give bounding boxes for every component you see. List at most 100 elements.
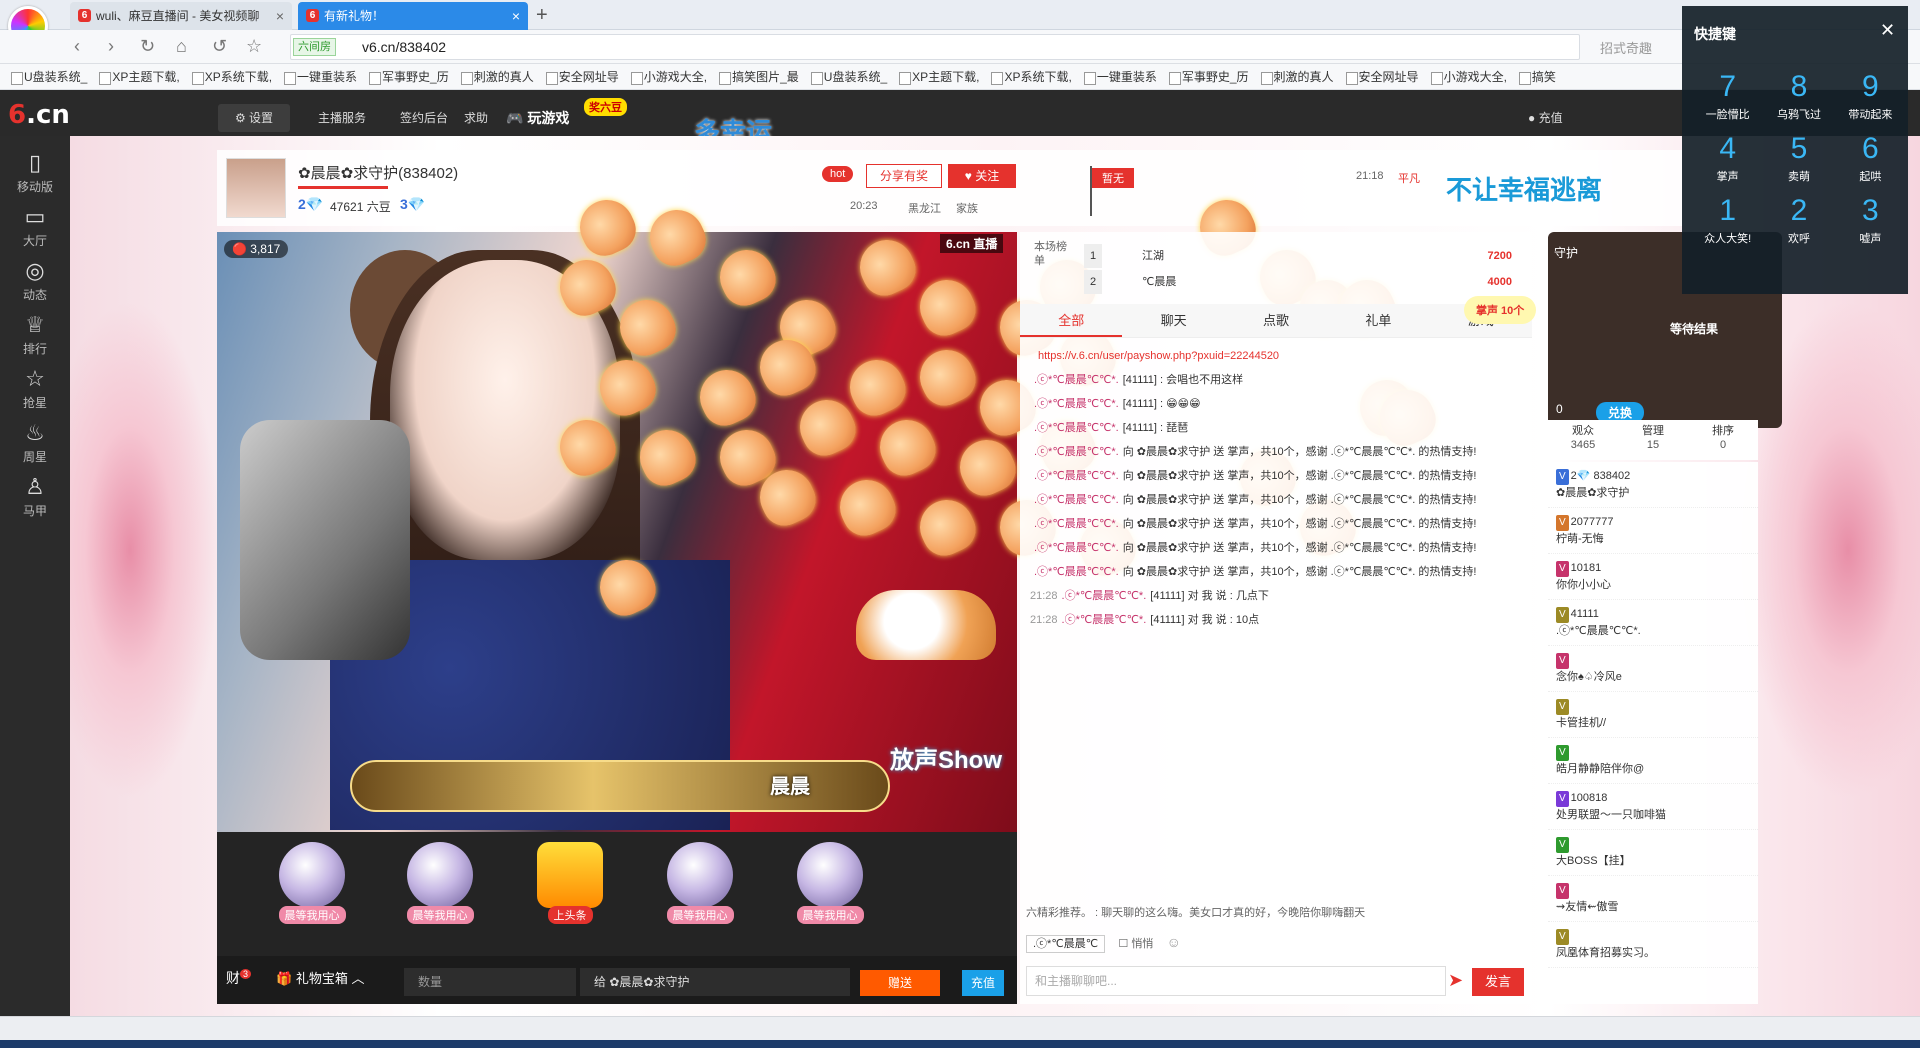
bookmark-item[interactable]: 安全网址导 bbox=[543, 64, 628, 89]
charge-button[interactable]: 充值 bbox=[962, 970, 1004, 996]
bookmark-item[interactable]: XP系统下载, bbox=[189, 64, 281, 89]
undo-icon[interactable]: ↺ bbox=[212, 36, 227, 57]
chat-input[interactable]: 和主播聊聊吧... bbox=[1026, 966, 1446, 996]
quantity-input[interactable]: 数量 bbox=[404, 968, 576, 996]
sign-backend-link[interactable]: 签约后台 bbox=[400, 104, 448, 132]
tab-chat-1[interactable]: 聊天 bbox=[1122, 304, 1224, 337]
send-gift-button[interactable]: 赠送 bbox=[860, 970, 940, 996]
site-logo[interactable]: 6.cn bbox=[8, 100, 70, 130]
hotkey-item[interactable]: 6 起哄 bbox=[1835, 132, 1906, 184]
message-text[interactable]: https://v.6.cn/user/payshow.php?pxuid=22… bbox=[1038, 350, 1279, 362]
settings-button[interactable]: ⚙ 设置 bbox=[218, 104, 290, 132]
bookmark-item[interactable]: 军事野史_历 bbox=[1166, 64, 1258, 89]
user-list-item[interactable]: V 皓月静静陪伴你@ bbox=[1548, 738, 1758, 784]
message-user[interactable]: .ⓒ*℃晨晨℃℃*. bbox=[1034, 422, 1119, 434]
close-icon[interactable]: × bbox=[512, 2, 520, 30]
tab-chat-0[interactable]: 全部 bbox=[1020, 304, 1123, 337]
user-list-item[interactable]: V 2077777 柠萌-无悔 bbox=[1548, 508, 1758, 554]
user-list-item[interactable]: V 100818 处男联盟～一只咖啡猫 bbox=[1548, 784, 1758, 830]
chat-target[interactable]: .ⓒ*℃晨晨℃ bbox=[1026, 935, 1106, 953]
help-link[interactable]: 求助 bbox=[464, 104, 488, 132]
tab-2[interactable]: 6 有新礼物！ × bbox=[298, 2, 528, 30]
play-game-link[interactable]: 🎮 玩游戏 bbox=[506, 104, 569, 132]
tab-1[interactable]: 6 wuli、麻豆直播间 - 美女视频聊 × bbox=[70, 2, 292, 30]
bookmark-item[interactable]: 搞笑图片_最 bbox=[716, 64, 808, 89]
message-user[interactable]: .ⓒ*℃晨晨℃℃*. bbox=[1062, 614, 1147, 626]
hotkey-item[interactable]: 9 带动起来 bbox=[1835, 70, 1906, 122]
bookmark-item[interactable]: XP系统下载, bbox=[988, 64, 1080, 89]
message-user[interactable]: .ⓒ*℃晨晨℃℃*. bbox=[1034, 374, 1119, 386]
giftbox-button[interactable]: 🎁 礼物宝箱 ︿ bbox=[276, 968, 364, 987]
bookmark-item[interactable]: 小游戏大全, bbox=[1428, 64, 1516, 89]
url-input[interactable] bbox=[290, 34, 1580, 60]
left-nav-item[interactable]: ▭ 大厅 bbox=[0, 204, 70, 249]
bookmark-item[interactable]: U盘装系统_ bbox=[808, 64, 896, 89]
money-icon[interactable]: 财3 bbox=[226, 968, 252, 988]
send-chat-button[interactable]: 发言 bbox=[1472, 968, 1524, 996]
paper-plane-icon[interactable]: ➤ bbox=[1448, 970, 1463, 991]
star-icon[interactable]: ☆ bbox=[246, 36, 262, 57]
back-icon[interactable]: ‹ bbox=[74, 36, 80, 57]
emoji-icon[interactable]: ☺ bbox=[1167, 934, 1181, 950]
hotkey-item[interactable]: 4 掌声 bbox=[1692, 132, 1763, 184]
close-icon[interactable]: × bbox=[276, 2, 284, 30]
left-nav-item[interactable]: ◎ 动态 bbox=[0, 258, 70, 303]
gift-item[interactable]: 晨等我用心 bbox=[650, 842, 750, 942]
hotkey-item[interactable]: 3 嘘声 bbox=[1835, 194, 1906, 246]
user-list-item[interactable]: V 大BOSS【挂】 bbox=[1548, 830, 1758, 876]
close-icon[interactable]: ✕ bbox=[1880, 20, 1895, 41]
hotkey-item[interactable]: 8 乌鸦飞过 bbox=[1763, 70, 1834, 122]
home-icon[interactable]: ⌂ bbox=[176, 36, 187, 57]
bookmark-item[interactable]: 军事野史_历 bbox=[366, 64, 458, 89]
left-nav-item[interactable]: ♨ 周星 bbox=[0, 420, 70, 465]
bookmark-item[interactable]: XP主题下载, bbox=[96, 64, 188, 89]
message-user[interactable]: .ⓒ*℃晨晨℃℃*. bbox=[1062, 590, 1147, 602]
bookmark-item[interactable]: 刺激的真人 bbox=[1258, 64, 1343, 89]
left-nav-item[interactable]: ☆ 抢星 bbox=[0, 366, 70, 411]
user-list[interactable]: V 2💎 838402 ✿晨晨✿求守护 V 2077777 柠萌-无悔 V 10181 你你小小… bbox=[1548, 462, 1758, 1004]
message-user[interactable]: .ⓒ*℃晨晨℃℃*. bbox=[1034, 470, 1119, 482]
message-user[interactable]: .ⓒ*℃晨晨℃℃*. bbox=[1034, 566, 1119, 578]
recharge-link[interactable]: ● 充值 bbox=[1528, 104, 1563, 132]
rank-row[interactable]: 2 ℃晨晨 4000 bbox=[1084, 270, 1524, 294]
left-nav-item[interactable]: ♙ 马甲 bbox=[0, 474, 70, 519]
stat-0[interactable]: 观众 3465 bbox=[1548, 420, 1618, 460]
search-hint[interactable]: 招式奇趣 bbox=[1600, 38, 1652, 57]
left-nav-item[interactable]: ♕ 排行 bbox=[0, 312, 70, 357]
headline-gift[interactable]: 上头条 bbox=[520, 842, 620, 942]
bookmark-item[interactable]: XP主题下载, bbox=[896, 64, 988, 89]
gift-item[interactable]: 晨等我用心 bbox=[780, 842, 880, 942]
left-nav-item[interactable]: ▯ 移动版 bbox=[0, 150, 70, 195]
message-user[interactable]: .ⓒ*℃晨晨℃℃*. bbox=[1034, 542, 1119, 554]
bookmark-item[interactable]: 一键重装系 bbox=[1081, 64, 1166, 89]
url-text[interactable]: v6.cn/838402 bbox=[362, 38, 446, 56]
forward-icon[interactable]: › bbox=[108, 36, 114, 57]
tab-chat-3[interactable]: 礼单 bbox=[1327, 304, 1429, 337]
stat-2[interactable]: 排序 0 bbox=[1688, 420, 1758, 460]
hotkey-item[interactable]: 1 众人大笑! bbox=[1692, 194, 1763, 246]
user-list-item[interactable]: V 10181 你你小小心 bbox=[1548, 554, 1758, 600]
new-tab-button[interactable]: + bbox=[536, 2, 548, 28]
gift-item[interactable]: 晨等我用心 bbox=[262, 842, 362, 942]
bookmark-item[interactable]: U盘装系统_ bbox=[8, 64, 96, 89]
reload-icon[interactable]: ↻ bbox=[140, 36, 155, 57]
user-list-item[interactable]: V 凤凰体育招募实习。 bbox=[1548, 922, 1758, 968]
bookmark-item[interactable]: 搞笑 bbox=[1516, 64, 1565, 89]
user-list-item[interactable]: V 41111 .ⓒ*℃晨晨℃℃*. bbox=[1548, 600, 1758, 646]
stat-1[interactable]: 管理 15 bbox=[1618, 420, 1688, 460]
user-list-item[interactable]: V ⇝友情⇜傲雪 bbox=[1548, 876, 1758, 922]
avatar[interactable] bbox=[226, 158, 286, 218]
bookmark-item[interactable]: 安全网址导 bbox=[1343, 64, 1428, 89]
user-list-item[interactable]: V 念你♠♤冷风e bbox=[1548, 646, 1758, 692]
whisper-checkbox[interactable]: ☐ 悄悄 bbox=[1118, 938, 1153, 950]
recipient-select[interactable]: 给 ✿晨晨✿求守护 bbox=[580, 968, 850, 996]
rank-row[interactable]: 1 江湖 7200 bbox=[1084, 244, 1524, 268]
tab-chat-2[interactable]: 点歌 bbox=[1225, 304, 1327, 337]
bookmark-item[interactable]: 一键重装系 bbox=[281, 64, 366, 89]
user-list-item[interactable]: V 卡管挂机// bbox=[1548, 692, 1758, 738]
message-user[interactable]: .ⓒ*℃晨晨℃℃*. bbox=[1034, 446, 1119, 458]
share-button[interactable]: 分享有奖 bbox=[866, 164, 942, 188]
host-service-link[interactable]: 主播服务 bbox=[318, 104, 366, 132]
chat-log[interactable]: https://v.6.cn/user/payshow.php?pxuid=22… bbox=[1026, 344, 1526, 814]
bookmark-item[interactable]: 刺激的真人 bbox=[458, 64, 543, 89]
